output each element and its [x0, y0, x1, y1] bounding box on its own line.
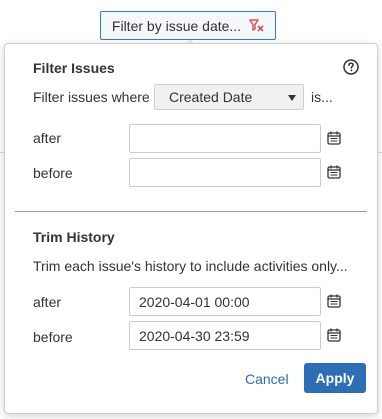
filter-after-label: after: [33, 130, 62, 146]
filter-prefix-text: Filter issues where: [33, 89, 150, 105]
question-circle-icon[interactable]: [343, 59, 359, 75]
filter-issues-title: Filter Issues: [33, 60, 115, 76]
filter-suffix-text: is...: [311, 89, 333, 105]
filter-before-date-input[interactable]: [129, 158, 321, 187]
filter-button-label: Filter by issue date...: [111, 17, 242, 34]
chevron-down-icon: [288, 95, 296, 101]
trim-history-description: Trim each issue's history to include act…: [33, 258, 348, 274]
filter-before-label: before: [33, 165, 73, 181]
filter-by-issue-date-button[interactable]: Filter by issue date...: [100, 11, 276, 40]
date-filter-popover: Filter Issues Filter issues where Create…: [4, 43, 378, 414]
clear-filter-icon[interactable]: [249, 18, 264, 33]
calendar-icon[interactable]: [327, 294, 341, 308]
trim-before-label: before: [33, 329, 73, 345]
filter-after-date-input[interactable]: [129, 124, 321, 153]
trim-after-label: after: [33, 294, 62, 310]
calendar-icon[interactable]: [327, 131, 341, 145]
background-divider: [378, 152, 382, 153]
trim-history-title: Trim History: [33, 229, 115, 245]
cancel-button[interactable]: Cancel: [245, 371, 289, 387]
trim-after-date-input[interactable]: [129, 287, 321, 316]
date-field-selected-value: Created Date: [169, 89, 253, 105]
section-divider: [15, 211, 367, 212]
calendar-icon[interactable]: [327, 328, 341, 342]
trim-before-date-input[interactable]: [129, 321, 321, 350]
date-field-select[interactable]: Created Date: [154, 84, 304, 110]
apply-button[interactable]: Apply: [304, 363, 366, 393]
calendar-icon[interactable]: [327, 165, 341, 179]
